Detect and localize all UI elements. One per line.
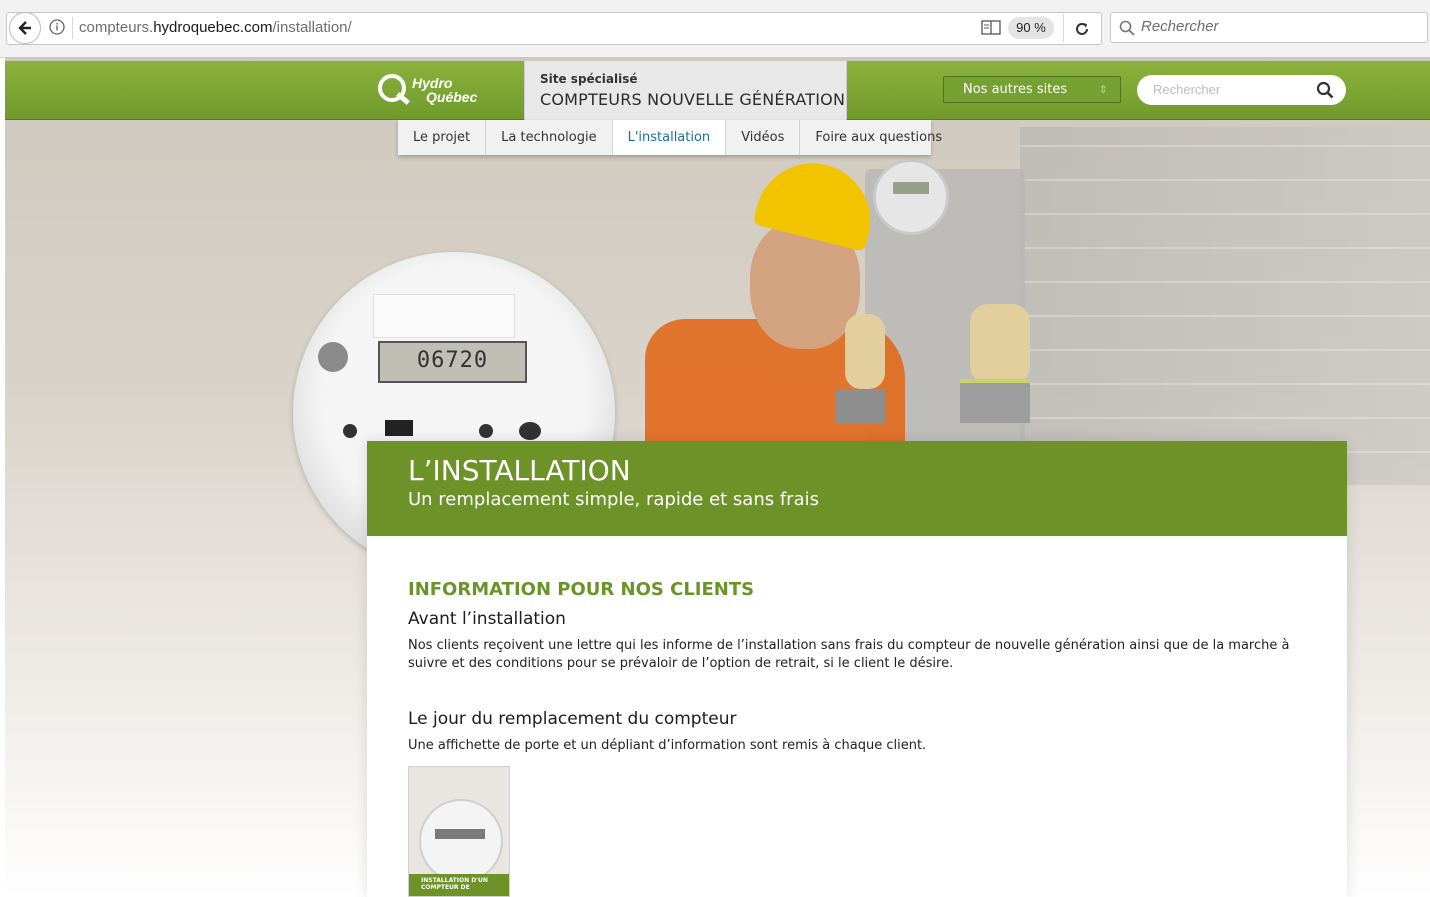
title-banner: L’INSTALLATION Un remplacement simple, r… <box>367 441 1347 536</box>
flyer-thumbnail[interactable]: INSTALLATION D'UN COMPTEUR DE <box>408 766 510 897</box>
glove-image <box>970 304 1030 384</box>
toolbar-separator <box>1063 14 1064 42</box>
dropdown-arrows-icon: ⇕ <box>1098 83 1108 96</box>
before-installation-text: Nos clients reçoivent une lettre qui les… <box>408 638 1290 671</box>
reload-icon <box>1076 23 1088 35</box>
sleeve-image <box>835 389 885 424</box>
back-arrow-icon <box>18 21 31 35</box>
flyer-meter-image <box>419 799 503 883</box>
glove-image <box>845 314 885 389</box>
replacement-day-text: Une affichette de porte et un dépliant d… <box>408 738 927 753</box>
nav-faq[interactable]: Foire aux questions <box>800 120 957 155</box>
search-icon[interactable] <box>1316 81 1334 99</box>
content-card: L’INSTALLATION Un remplacement simple, r… <box>367 441 1347 897</box>
q-logo-icon <box>378 74 406 102</box>
url-separator <box>72 17 73 39</box>
nav-le-projet[interactable]: Le projet <box>398 120 487 155</box>
hydro-quebec-logo[interactable]: Hydro Québec <box>378 70 488 112</box>
site-title-box[interactable]: Site spécialisé COMPTEURS NOUVELLE GÉNÉR… <box>524 61 847 120</box>
reader-view-icon[interactable] <box>981 19 1001 37</box>
site-label: Site spécialisé <box>540 72 638 86</box>
site-name: COMPTEURS NOUVELLE GÉNÉRATION <box>540 90 846 109</box>
web-page: 06720 Hydro Québec Site spécialisé COMPT… <box>5 57 1430 897</box>
zoom-indicator[interactable]: 90 % <box>1008 17 1054 39</box>
nav-installation[interactable]: L'installation <box>612 120 727 155</box>
reload-button[interactable] <box>1070 17 1094 41</box>
browser-search-placeholder: Rechercher <box>1141 18 1219 35</box>
browser-toolbar: compteurs.hydroquebec.com/installation/ … <box>0 0 1430 58</box>
before-installation-heading: Avant l’installation <box>408 609 566 629</box>
search-icon <box>1119 20 1135 36</box>
nav-videos[interactable]: Vidéos <box>726 120 801 155</box>
replacement-day-heading: Le jour du remplacement du compteur <box>408 709 737 729</box>
site-search-input[interactable]: Rechercher <box>1137 75 1346 105</box>
meter-display: 06720 <box>378 341 527 383</box>
site-header: Hydro Québec Site spécialisé COMPTEURS N… <box>5 61 1430 120</box>
brick-wall-image <box>1020 127 1430 487</box>
main-nav: Le projet La technologie L'installation … <box>398 120 942 155</box>
sleeve-image <box>960 379 1030 423</box>
back-button[interactable] <box>9 12 41 44</box>
url-text[interactable]: compteurs.hydroquebec.com/installation/ <box>79 17 352 39</box>
nav-la-technologie[interactable]: La technologie <box>486 120 613 155</box>
page-title: L’INSTALLATION <box>408 454 631 487</box>
flyer-caption: INSTALLATION D'UN COMPTEUR DE <box>409 874 509 896</box>
section-title: INFORMATION POUR NOS CLIENTS <box>408 579 755 600</box>
small-meter-image <box>873 159 949 235</box>
page-subtitle: Un remplacement simple, rapide et sans f… <box>408 489 819 510</box>
other-sites-dropdown[interactable]: Nos autres sites ⇕ <box>943 76 1121 103</box>
browser-search-field[interactable]: Rechercher <box>1110 12 1428 43</box>
info-icon[interactable] <box>49 19 65 35</box>
